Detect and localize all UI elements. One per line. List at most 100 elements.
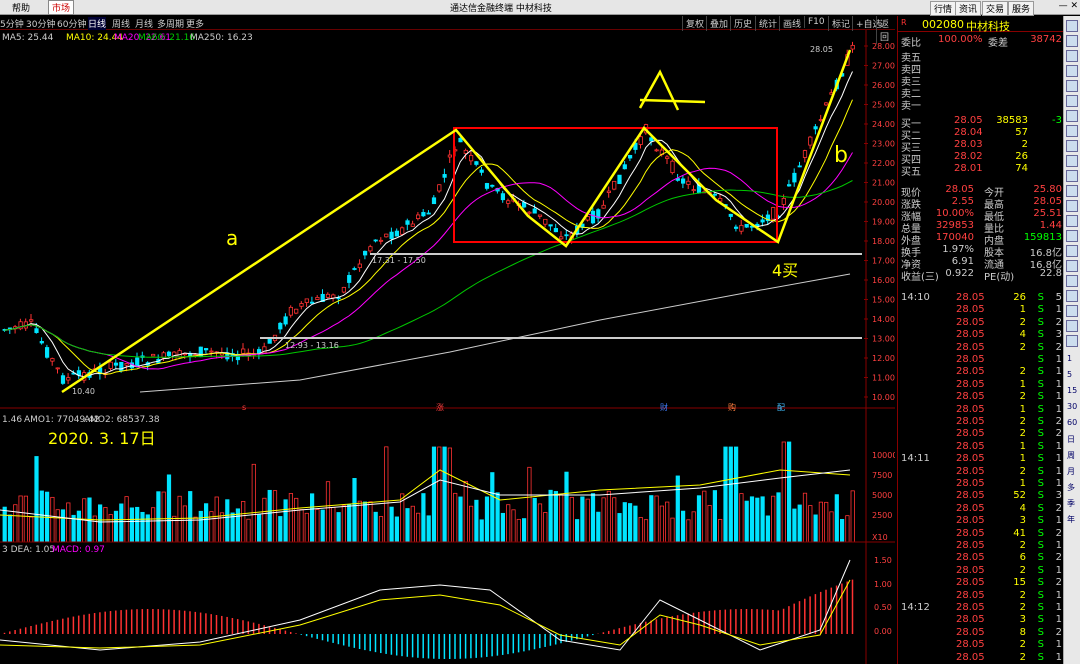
tool-history[interactable]: 历史 xyxy=(730,16,755,31)
tool-icon[interactable] xyxy=(1066,170,1078,182)
minimize-icon[interactable]: — xyxy=(1059,1,1068,11)
candle-body xyxy=(267,339,272,344)
tool-icon[interactable] xyxy=(1066,95,1078,107)
period-daily[interactable]: 日线 xyxy=(88,17,107,30)
period-shortcut[interactable]: 60 xyxy=(1067,418,1077,427)
kline-chart[interactable]: MA5: 25.44 MA10: 24.44 MA20: 22.61 MA60:… xyxy=(0,30,895,664)
volume-bar xyxy=(585,498,590,543)
tool-icon[interactable] xyxy=(1066,20,1078,32)
period-weekly[interactable]: 周线 xyxy=(112,17,130,30)
volume-bar xyxy=(686,519,691,543)
stock-flag-icon: R xyxy=(901,18,907,27)
volume-bar xyxy=(500,512,506,543)
candle-body xyxy=(691,189,696,192)
volume-bar xyxy=(309,493,315,543)
tick-row: 28.05 S 1 xyxy=(956,354,1062,365)
tick-row: 14:10 28.05 26 S 5 xyxy=(901,292,1062,303)
market-tab[interactable]: 市场 xyxy=(48,0,75,15)
tool-stats[interactable]: 统计 xyxy=(755,16,780,31)
candle-body xyxy=(537,214,543,217)
tool-icon[interactable] xyxy=(1066,200,1078,212)
tool-icon[interactable] xyxy=(1066,245,1078,257)
weibi-row: 委比 100.00% 委差 38742 xyxy=(901,34,1062,49)
volume-bar xyxy=(723,446,728,543)
help-menu[interactable]: 帮助 xyxy=(12,1,30,14)
tick-row: 28.05 1 S 1 xyxy=(956,440,1062,452)
trade-button[interactable]: 交易 xyxy=(982,1,1009,16)
period-shortcut[interactable]: 多 xyxy=(1067,482,1075,493)
tool-icon[interactable] xyxy=(1066,305,1078,317)
buy-row: 买一 28.05 38583 -3 xyxy=(901,115,1062,130)
period-shortcut[interactable]: 15 xyxy=(1067,386,1077,395)
service-button[interactable]: 服务 xyxy=(1008,1,1035,16)
candle-body xyxy=(113,362,119,366)
candle-body xyxy=(437,184,442,192)
tick-row: 28.05 2 S 1 xyxy=(956,589,1062,601)
tool-icon[interactable] xyxy=(1066,260,1078,272)
close-icon[interactable]: ✕ xyxy=(1070,1,1078,11)
candle-body xyxy=(484,183,490,189)
tool-icon[interactable] xyxy=(1066,50,1078,62)
candle-body xyxy=(527,211,532,214)
candle-body xyxy=(850,44,855,50)
tool-icon[interactable] xyxy=(1066,140,1078,152)
info-button[interactable]: 资讯 xyxy=(955,1,982,16)
quote-panel: R 002080 中材科技 委比 100.00% 委差 38742 卖五 卖四 卖三 卖二 卖一… xyxy=(897,16,1064,664)
buy-row: 买二 28.04 57 xyxy=(901,127,1028,142)
candle-body xyxy=(802,150,808,158)
trend-lines xyxy=(61,49,852,394)
volume-bar xyxy=(792,508,797,543)
tool-icon[interactable] xyxy=(1066,230,1078,242)
period-shortcut[interactable]: 1 xyxy=(1067,354,1072,363)
candle-body xyxy=(787,184,792,187)
tool-icon[interactable] xyxy=(1066,185,1078,197)
volume-bar xyxy=(744,500,749,543)
tool-overlay[interactable]: 叠加 xyxy=(706,16,731,31)
tool-fuquan[interactable]: 复权 xyxy=(682,16,707,31)
tool-icon[interactable] xyxy=(1066,35,1078,47)
period-shortcut[interactable]: 年 xyxy=(1067,514,1075,525)
tool-icon[interactable] xyxy=(1066,65,1078,77)
period-shortcut[interactable]: 日 xyxy=(1067,434,1075,445)
window-controls[interactable]: — ✕ xyxy=(1059,1,1078,11)
period-multi[interactable]: 多周期 xyxy=(157,17,184,30)
period-monthly[interactable]: 月线 xyxy=(135,17,153,30)
volume-bar xyxy=(850,490,855,543)
price-tick: 11.00 xyxy=(872,374,895,383)
tool-icon[interactable] xyxy=(1066,290,1078,302)
candle-body xyxy=(150,353,156,357)
tool-icon[interactable] xyxy=(1066,125,1078,137)
period-5min[interactable]: 5分钟 xyxy=(0,17,24,30)
volume-bar xyxy=(140,511,145,543)
tool-icon[interactable] xyxy=(1066,275,1078,287)
volume-bar xyxy=(468,505,474,543)
tick-row: 28.05 1 S 1 xyxy=(956,478,1062,489)
period-30min[interactable]: 30分钟 xyxy=(26,17,55,30)
tool-icon[interactable] xyxy=(1066,155,1078,167)
volume-bar xyxy=(527,466,532,543)
tool-icon[interactable] xyxy=(1066,320,1078,332)
tool-mark[interactable]: 标记 xyxy=(828,16,853,31)
period-shortcut[interactable]: 季 xyxy=(1067,498,1075,509)
tool-draw[interactable]: 画线 xyxy=(779,16,804,31)
candle-body xyxy=(590,210,596,224)
period-shortcut[interactable]: 30 xyxy=(1067,402,1077,411)
period-shortcut[interactable]: 5 xyxy=(1067,370,1072,379)
volume-bar xyxy=(622,502,627,543)
period-shortcut[interactable]: 周 xyxy=(1067,450,1075,461)
period-60min[interactable]: 60分钟 xyxy=(57,17,86,30)
tool-icon[interactable] xyxy=(1066,215,1078,227)
tool-f10[interactable]: F10 xyxy=(804,16,828,28)
quote-button[interactable]: 行情 xyxy=(930,1,957,16)
tool-icon[interactable] xyxy=(1066,80,1078,92)
volume-bar xyxy=(787,441,792,543)
price-tick: 27.00 xyxy=(872,62,895,71)
candle-body xyxy=(468,155,474,162)
period-shortcut[interactable]: 月 xyxy=(1067,466,1075,477)
volume-bar xyxy=(39,490,44,543)
period-more[interactable]: 更多 xyxy=(186,17,204,30)
ma20-line xyxy=(4,152,853,370)
tool-icon[interactable] xyxy=(1066,110,1078,122)
volume-bar xyxy=(453,492,458,543)
tool-icon[interactable] xyxy=(1066,335,1078,347)
